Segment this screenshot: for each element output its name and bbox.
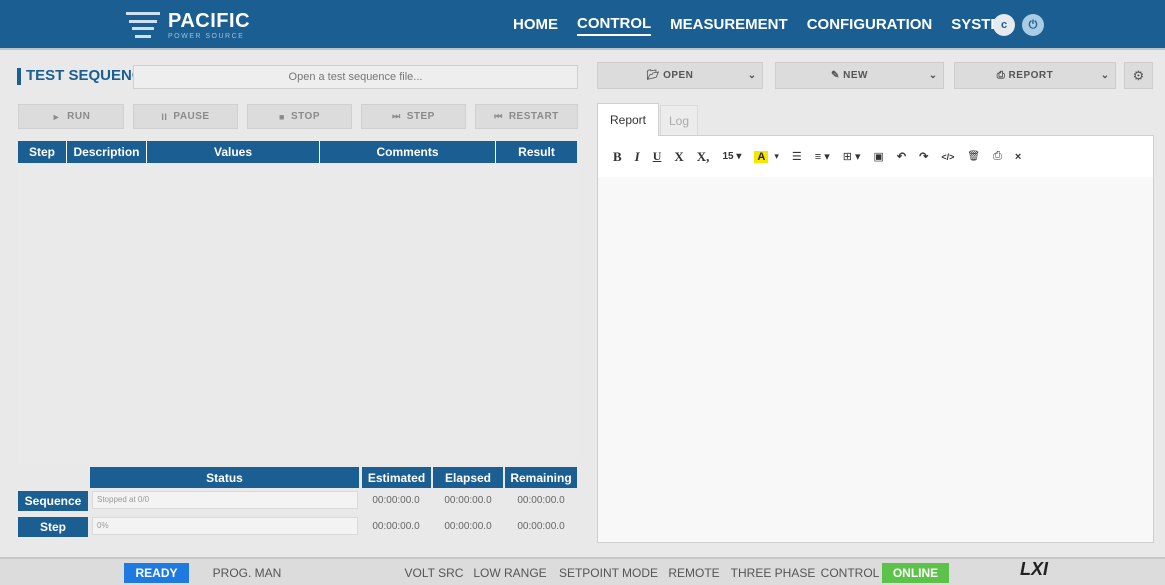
stop-button[interactable]: ■ STOP (247, 104, 352, 129)
step-icon: ⏭ (392, 111, 401, 121)
ready-indicator: READY (124, 563, 189, 583)
settings-gear-icon[interactable]: ⚙ (1124, 62, 1153, 89)
pause-icon: II (161, 111, 168, 122)
sequence-estimated: 00:00:00.0 (372, 495, 420, 506)
align-dropdown-icon[interactable]: ≡ ▾ (815, 148, 830, 166)
run-button[interactable]: ► RUN (18, 104, 124, 129)
sequence-table-header: Step Description Values Comments Result (18, 141, 577, 163)
redo-icon[interactable]: ↷ (919, 148, 928, 166)
col-comments[interactable]: Comments (320, 141, 496, 163)
stop-label: STOP (290, 111, 320, 122)
report-editor: Report Log B I U X X, 15 ▾ A ▾ ☰ ≡ ▾ ⊞ ▾… (597, 103, 1154, 543)
tab-report[interactable]: Report (597, 103, 659, 136)
new-button[interactable]: ✎ NEW ⌄ (775, 62, 944, 89)
connect-icon[interactable]: c (993, 14, 1015, 36)
code-view-icon[interactable]: </> (941, 148, 954, 166)
status-col-header: Status (90, 467, 359, 488)
step-row-label: Step (18, 517, 88, 537)
sequence-status-value: Stopped at 0/0 (92, 491, 358, 509)
trash-icon[interactable]: 🗑 (967, 148, 980, 166)
image-icon[interactable]: ▣ (874, 148, 884, 166)
superscript-icon[interactable]: X (674, 148, 683, 166)
step-remaining: 00:00:00.0 (517, 521, 565, 532)
sequence-elapsed: 00:00:00.0 (444, 495, 492, 506)
chevron-down-icon[interactable]: ⌄ (923, 70, 943, 81)
report-label: ⎙ REPORT (996, 70, 1054, 81)
step-label: STEP (406, 111, 435, 122)
bold-icon[interactable]: B (613, 148, 622, 166)
play-icon: ► (51, 111, 62, 122)
tab-log[interactable]: Log (660, 105, 698, 136)
print-icon[interactable]: ⎙ (993, 148, 1002, 166)
editor-toolbar: B I U X X, 15 ▾ A ▾ ☰ ≡ ▾ ⊞ ▾ ▣ ↶ ↷ </> … (598, 136, 1153, 177)
step-progress-value: 0% (92, 517, 358, 535)
section-marker (17, 68, 21, 85)
prog-man-indicator: PROG. MAN (212, 566, 282, 580)
online-indicator: ONLINE (882, 563, 949, 583)
lxi-logo: LXI (1020, 559, 1049, 579)
status-bar: READY PROG. MAN VOLT SRC LOW RANGE SETPO… (0, 557, 1165, 585)
control-indicator: CONTROL (820, 566, 880, 580)
folder-icon: 📂︎ (646, 70, 660, 81)
col-description[interactable]: Description (67, 141, 147, 163)
restart-label: RESTART (508, 111, 559, 122)
pause-label: PAUSE (173, 111, 210, 122)
remote-indicator: REMOTE (668, 566, 720, 580)
editor-frame: B I U X X, 15 ▾ A ▾ ☰ ≡ ▾ ⊞ ▾ ▣ ↶ ↷ </> … (597, 135, 1154, 543)
stop-icon: ■ (279, 111, 285, 122)
main-nav: HOME CONTROL MEASUREMENT CONFIGURATION S… (513, 0, 1032, 50)
open-button[interactable]: 📂︎ OPEN ⌄ (597, 62, 763, 89)
power-icon[interactable]: ⏻ (1022, 14, 1044, 36)
sequence-table-body[interactable] (18, 163, 577, 463)
nav-home[interactable]: HOME (513, 16, 558, 35)
subscript-icon[interactable]: X, (697, 148, 710, 166)
sequence-row-label: Sequence (18, 491, 88, 511)
col-values[interactable]: Values (147, 141, 320, 163)
nav-configuration[interactable]: CONFIGURATION (807, 16, 933, 35)
run-label: RUN (67, 111, 91, 122)
setpoint-mode-indicator: SETPOINT MODE (558, 566, 659, 580)
clear-icon[interactable]: × (1015, 148, 1021, 166)
restart-button[interactable]: ⏮ RESTART (475, 104, 578, 129)
app-header: PACIFIC POWER SOURCE HOME CONTROL MEASUR… (0, 0, 1165, 50)
highlight-caret-icon[interactable]: ▾ (774, 148, 779, 166)
nav-control[interactable]: CONTROL (577, 15, 652, 36)
estimated-col-header: Estimated (362, 467, 431, 488)
low-range-indicator: LOW RANGE (473, 566, 547, 580)
step-estimated: 00:00:00.0 (372, 521, 420, 532)
volt-src-indicator: VOLT SRC (404, 566, 464, 580)
sequence-remaining: 00:00:00.0 (517, 495, 565, 506)
col-result[interactable]: Result (496, 141, 577, 163)
print-icon: ⎙ (996, 70, 1006, 81)
brand-name: PACIFIC (168, 9, 251, 32)
pacific-logo[interactable]: PACIFIC POWER SOURCE (126, 5, 250, 45)
elapsed-col-header: Elapsed (433, 467, 503, 488)
pause-button[interactable]: II PAUSE (133, 104, 238, 129)
nav-measurement[interactable]: MEASUREMENT (670, 16, 788, 35)
open-label: 📂︎ OPEN (646, 70, 694, 81)
remaining-col-header: Remaining (505, 467, 577, 488)
step-button[interactable]: ⏭ STEP (361, 104, 466, 129)
step-elapsed: 00:00:00.0 (444, 521, 492, 532)
table-dropdown-icon[interactable]: ⊞ ▾ (843, 148, 861, 166)
report-content-area[interactable] (598, 177, 1153, 542)
logo-mark-icon (126, 12, 160, 38)
highlight-icon[interactable]: A (754, 148, 769, 166)
new-label: ✎ NEW (830, 70, 868, 81)
report-button[interactable]: ⎙ REPORT ⌄ (954, 62, 1116, 89)
brand-subtitle: POWER SOURCE (168, 32, 245, 40)
three-phase-indicator: THREE PHASE (730, 566, 816, 580)
list-icon[interactable]: ☰ (792, 148, 802, 166)
italic-icon[interactable]: I (635, 148, 640, 166)
chevron-down-icon[interactable]: ⌄ (742, 70, 762, 81)
restart-icon: ⏮ (494, 111, 503, 121)
new-file-icon: ✎ (830, 70, 840, 81)
chevron-down-icon[interactable]: ⌄ (1095, 70, 1115, 81)
undo-icon[interactable]: ↶ (897, 148, 906, 166)
underline-icon[interactable]: U (653, 148, 662, 166)
test-sequence-file-field[interactable]: Open a test sequence file... (133, 65, 578, 89)
font-size-dropdown[interactable]: 15 ▾ (722, 148, 741, 166)
col-step[interactable]: Step (18, 141, 67, 163)
